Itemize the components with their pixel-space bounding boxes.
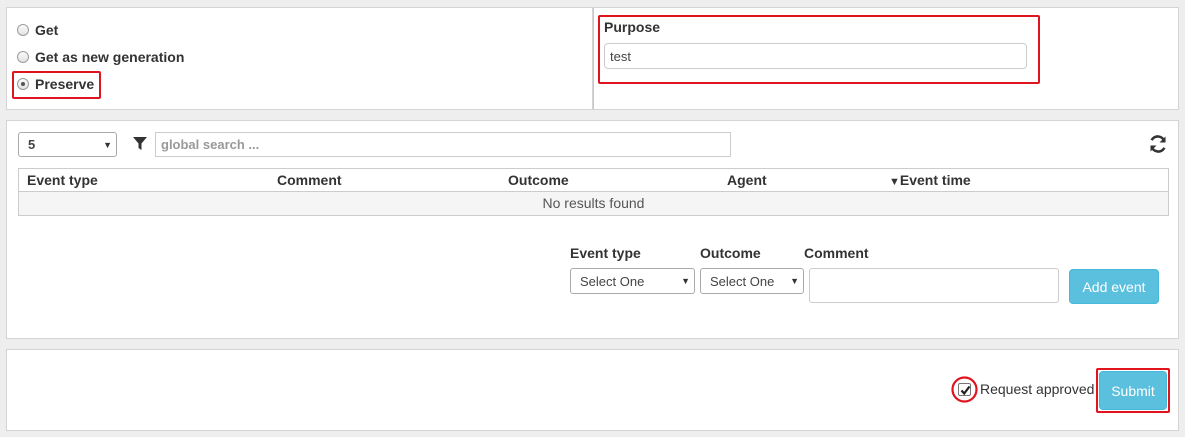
column-agent[interactable]: Agent <box>727 172 767 188</box>
request-approved-label: Request approved <box>980 381 1095 397</box>
radio-get-new-generation-button[interactable] <box>17 51 29 63</box>
column-event-time-label: Event time <box>899 172 971 188</box>
purpose-label: Purpose <box>604 19 661 35</box>
caret-down-icon: ▼ <box>790 276 799 286</box>
refresh-icon[interactable] <box>1148 134 1168 154</box>
caret-down-icon: ▼ <box>103 139 112 150</box>
radio-preserve[interactable]: Preserve <box>17 76 94 92</box>
filter-icon[interactable] <box>133 137 147 151</box>
add-event-button[interactable]: Add event <box>1069 269 1159 304</box>
submit-panel: Request approved Submit <box>6 349 1179 431</box>
table-header: Event type Comment Outcome Agent ▼Event … <box>19 169 1168 192</box>
column-event-type[interactable]: Event type <box>27 172 98 188</box>
radio-get-label: Get <box>35 22 59 38</box>
radio-preserve-label: Preserve <box>35 76 95 92</box>
events-panel: 5 ▼ Event type Comment Outcome Agent ▼Ev… <box>6 120 1179 339</box>
purpose-panel: Purpose <box>593 7 1179 110</box>
submit-button[interactable]: Submit <box>1099 371 1167 410</box>
empty-row: No results found <box>19 192 1168 215</box>
page-size-value: 5 <box>28 137 36 152</box>
radio-get-new-generation[interactable]: Get as new generation <box>17 49 184 65</box>
comment-textarea[interactable] <box>809 268 1059 303</box>
outcome-label: Outcome <box>700 245 761 261</box>
events-table: Event type Comment Outcome Agent ▼Event … <box>18 168 1169 216</box>
checkbox-highlight <box>951 376 978 403</box>
radio-preserve-button[interactable] <box>17 78 29 90</box>
comment-label: Comment <box>804 245 869 261</box>
outcome-select-value: Select One <box>710 273 775 289</box>
column-comment[interactable]: Comment <box>277 172 342 188</box>
event-type-select-value: Select One <box>580 273 645 289</box>
radio-get-button[interactable] <box>17 24 29 36</box>
retrieval-options-panel: Get Get as new generation Preserve <box>6 7 593 110</box>
outcome-select[interactable]: Select One ▼ <box>700 268 804 294</box>
sort-desc-icon: ▼ <box>889 176 900 188</box>
radio-get[interactable]: Get <box>17 22 58 38</box>
event-type-select[interactable]: Select One ▼ <box>570 268 695 294</box>
purpose-input[interactable] <box>604 43 1027 69</box>
page-size-select[interactable]: 5 ▼ <box>18 132 117 157</box>
caret-down-icon: ▼ <box>681 276 690 286</box>
radio-get-new-generation-label: Get as new generation <box>35 49 185 65</box>
column-event-time[interactable]: ▼Event time <box>889 172 971 188</box>
global-search-input[interactable] <box>155 132 731 157</box>
event-type-label: Event type <box>570 245 641 261</box>
column-outcome[interactable]: Outcome <box>508 172 569 188</box>
